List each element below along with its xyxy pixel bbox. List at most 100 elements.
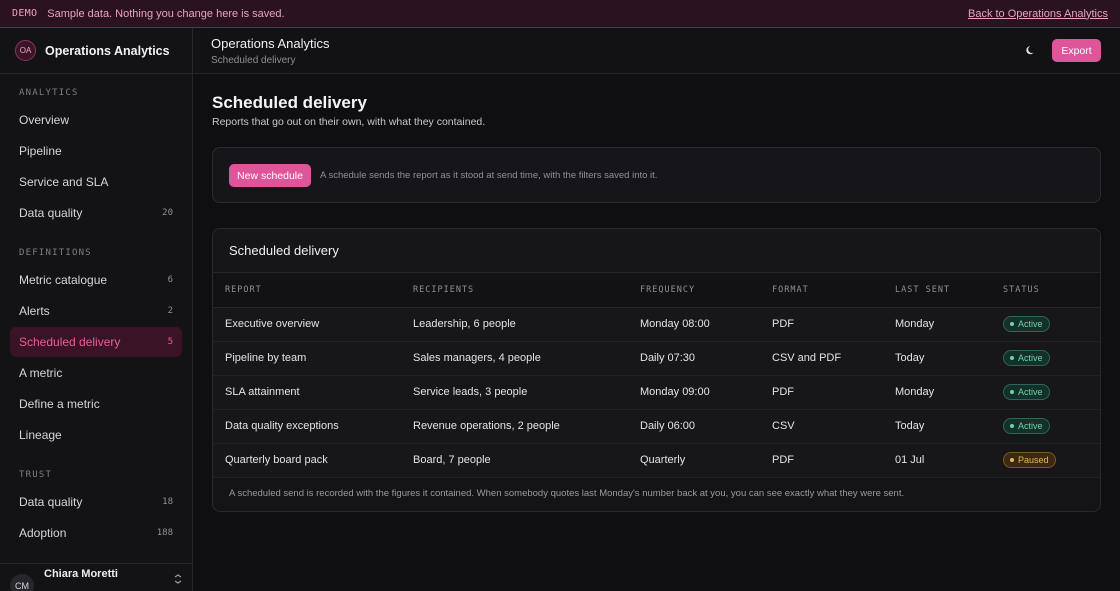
cell-report: Pipeline by team <box>213 341 401 376</box>
status-dot-icon <box>1010 424 1014 428</box>
nav-section-trust: TRUST <box>19 470 53 480</box>
column-header-frequency[interactable]: FREQUENCY <box>628 273 760 308</box>
cell-recipients: Board, 7 people <box>401 443 628 478</box>
status-dot-icon <box>1010 322 1014 326</box>
page-title: Scheduled delivery <box>212 93 367 112</box>
cell-frequency: Quarterly <box>628 443 760 478</box>
sidebar-item-count: 18 <box>162 497 173 507</box>
sidebar-item-data-quality[interactable]: Data quality 20 <box>10 198 182 228</box>
demo-message: Sample data. Nothing you change here is … <box>47 7 285 20</box>
sidebar-item-service-sla[interactable]: Service and SLA <box>10 167 182 197</box>
cell-recipients: Service leads, 3 people <box>401 375 628 410</box>
cell-recipients: Revenue operations, 2 people <box>401 409 628 444</box>
cell-status: Active <box>991 409 1100 444</box>
column-header-last-sent[interactable]: LAST SENT <box>883 273 991 308</box>
status-dot-icon <box>1010 458 1014 462</box>
column-header-report[interactable]: REPORT <box>213 273 401 308</box>
cell-report: SLA attainment <box>213 375 401 410</box>
sidebar-item-label: Data quality <box>19 206 83 220</box>
status-badge: Active <box>1003 350 1050 366</box>
sidebar-item-adoption[interactable]: Adoption 188 <box>10 518 182 548</box>
sidebar-item-trust-data-quality[interactable]: Data quality 18 <box>10 487 182 517</box>
table-header-row: REPORT RECIPIENTS FREQUENCY FORMAT LAST … <box>213 273 1100 308</box>
sidebar-item-alerts[interactable]: Alerts 2 <box>10 296 182 326</box>
column-header-status[interactable]: STATUS <box>991 273 1100 308</box>
nav-section-definitions: DEFINITIONS <box>19 248 92 258</box>
brand-logo: OA <box>15 40 36 61</box>
status-label: Active <box>1018 353 1043 363</box>
cell-report: Quarterly board pack <box>213 443 401 478</box>
status-badge: Active <box>1003 316 1050 332</box>
sidebar-item-label: Service and SLA <box>19 175 109 189</box>
column-header-recipients[interactable]: RECIPIENTS <box>401 273 628 308</box>
cell-last-sent: Monday <box>883 307 991 342</box>
header-title: Operations Analytics <box>211 36 330 51</box>
user-name: Chiara Moretti <box>44 568 118 580</box>
cell-status: Active <box>991 341 1100 376</box>
sidebar-item-metric-catalogue[interactable]: Metric catalogue 6 <box>10 265 182 295</box>
sidebar-item-overview[interactable]: Overview <box>10 105 182 135</box>
schedule-hint: A schedule sends the report as it stood … <box>320 170 658 181</box>
table-row[interactable]: Quarterly board pack Board, 7 people Qua… <box>213 443 1100 478</box>
column-header-format[interactable]: FORMAT <box>760 273 883 308</box>
new-schedule-card: New schedule A schedule sends the report… <box>212 147 1101 203</box>
brand[interactable]: OA Operations Analytics <box>0 28 192 74</box>
table-row[interactable]: Executive overview Leadership, 6 people … <box>213 307 1100 342</box>
table-row[interactable]: SLA attainment Service leads, 3 people M… <box>213 375 1100 410</box>
status-badge: Active <box>1003 418 1050 434</box>
sidebar-item-define-metric[interactable]: Define a metric <box>10 389 182 419</box>
cell-last-sent: Monday <box>883 375 991 410</box>
sidebar-item-label: Overview <box>19 113 70 127</box>
top-header: Operations Analytics Scheduled delivery … <box>193 28 1120 74</box>
breadcrumb: Scheduled delivery <box>211 55 296 66</box>
avatar: CM <box>10 574 34 591</box>
sidebar-item-label: Alerts <box>19 304 50 318</box>
cell-format: PDF <box>760 307 883 342</box>
sidebar-item-count: 5 <box>167 337 173 347</box>
sidebar-item-a-metric[interactable]: A metric <box>10 358 182 388</box>
status-label: Paused <box>1018 455 1049 465</box>
status-label: Active <box>1018 421 1043 431</box>
cell-report: Executive overview <box>213 307 401 342</box>
sidebar-item-pipeline[interactable]: Pipeline <box>10 136 182 166</box>
table-row[interactable]: Data quality exceptions Revenue operatio… <box>213 409 1100 444</box>
schedule-table: REPORT RECIPIENTS FREQUENCY FORMAT LAST … <box>213 273 1100 478</box>
cell-format: CSV <box>760 409 883 444</box>
new-schedule-button[interactable]: New schedule <box>229 164 311 187</box>
back-to-app-link[interactable]: Back to Operations Analytics <box>968 8 1108 20</box>
sidebar-item-label: Data quality <box>19 495 83 509</box>
sidebar-item-lineage[interactable]: Lineage <box>10 420 182 450</box>
sidebar-item-count: 20 <box>162 208 173 218</box>
demo-banner: DEMO Sample data. Nothing you change her… <box>0 0 1120 28</box>
brand-name: Operations Analytics <box>45 43 170 58</box>
status-dot-icon <box>1010 390 1014 394</box>
sidebar-item-scheduled-delivery[interactable]: Scheduled delivery 5 <box>10 327 182 357</box>
moon-icon[interactable] <box>1025 44 1037 56</box>
status-badge: Active <box>1003 384 1050 400</box>
demo-tag: DEMO <box>12 8 38 19</box>
table-card-title: Scheduled delivery <box>213 229 1100 273</box>
export-button[interactable]: Export <box>1052 39 1101 62</box>
cell-frequency: Monday 09:00 <box>628 375 760 410</box>
sidebar-item-label: Metric catalogue <box>19 273 108 287</box>
cell-frequency: Daily 06:00 <box>628 409 760 444</box>
cell-last-sent: Today <box>883 341 991 376</box>
user-menu-icon[interactable] <box>174 574 182 587</box>
sidebar-item-label: Lineage <box>19 428 62 442</box>
cell-status: Paused <box>991 443 1100 478</box>
table-footnote: A scheduled send is recorded with the fi… <box>229 488 905 499</box>
status-label: Active <box>1018 319 1043 329</box>
sidebar-item-count: 6 <box>167 275 173 285</box>
sidebar-item-count: 188 <box>156 528 173 538</box>
nav-section-analytics: ANALYTICS <box>19 88 79 98</box>
cell-last-sent: 01 Jul <box>883 443 991 478</box>
user-profile[interactable]: CM Chiara Moretti <box>0 563 192 591</box>
cell-frequency: Monday 08:00 <box>628 307 760 342</box>
main-content: Scheduled delivery Reports that go out o… <box>193 74 1120 591</box>
table-row[interactable]: Pipeline by team Sales managers, 4 peopl… <box>213 341 1100 376</box>
cell-format: PDF <box>760 443 883 478</box>
cell-recipients: Sales managers, 4 people <box>401 341 628 376</box>
sidebar: OA Operations Analytics ANALYTICS Overvi… <box>0 28 193 591</box>
cell-recipients: Leadership, 6 people <box>401 307 628 342</box>
sidebar-item-label: Define a metric <box>19 397 100 411</box>
